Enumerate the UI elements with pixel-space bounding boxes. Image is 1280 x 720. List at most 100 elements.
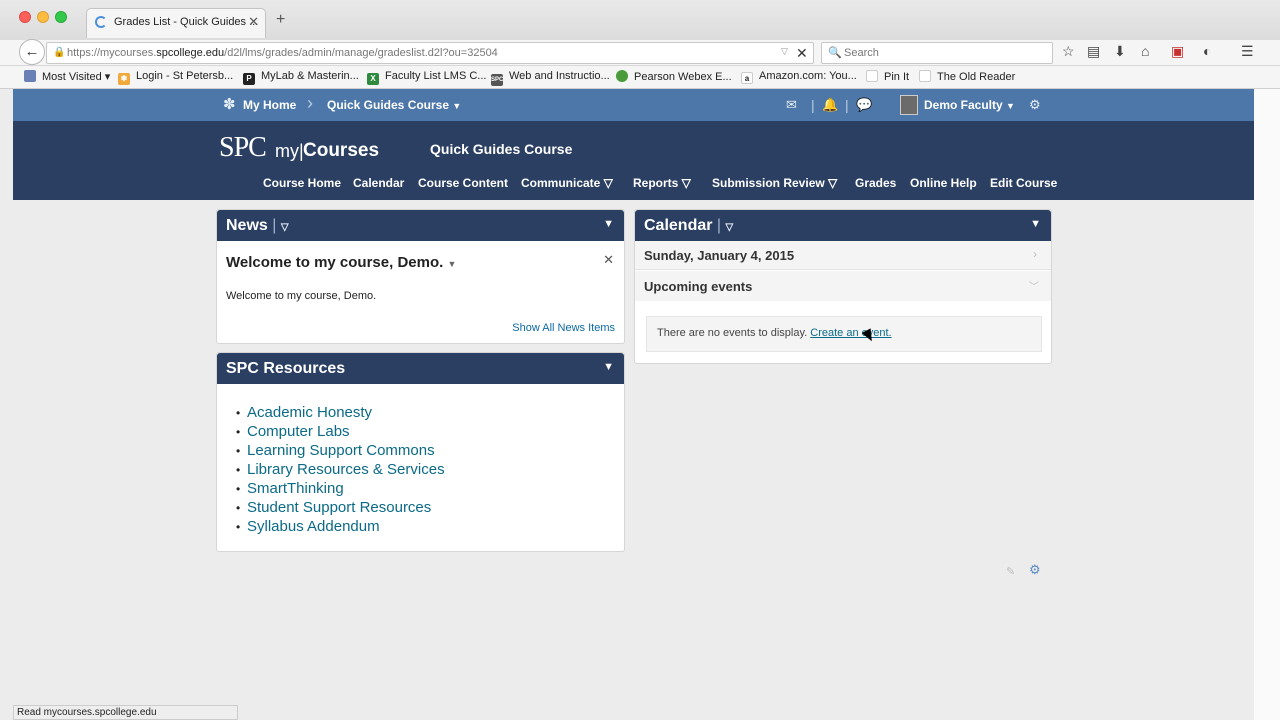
resources-title: SPC Resources [226, 360, 346, 377]
scrollbar[interactable] [1254, 89, 1280, 720]
news-item-body: Welcome to my course, Demo. [226, 290, 377, 302]
amazon-icon: a [741, 72, 753, 84]
divider: | [845, 97, 849, 113]
close-icon[interactable]: ✕ [603, 252, 614, 268]
downloads-icon[interactable]: ⬇ [1114, 43, 1126, 60]
lock-icon: 🔒 [53, 47, 66, 58]
stop-loading-icon[interactable]: ✕ [796, 45, 808, 62]
message-alerts-icon[interactable]: ✉ [786, 97, 797, 113]
my-home-link[interactable]: My Home [243, 98, 296, 112]
list-item[interactable]: Library Resources & Services [236, 460, 445, 480]
news-widget: News | ▽ ▼ Welcome to my course, Demo. ▼… [216, 209, 625, 344]
page-icon [919, 70, 931, 82]
collapse-chevron-icon[interactable]: ▼ [603, 361, 614, 373]
no-events-text: There are no events to display. Create a… [657, 327, 892, 339]
list-item[interactable]: Learning Support Commons [236, 441, 445, 461]
spc-logo[interactable]: SPC [219, 132, 267, 164]
nav-online-help[interactable]: Online Help [910, 176, 977, 190]
bookmark-item[interactable]: Pin It [866, 70, 909, 83]
spc-star-icon: ✱ [118, 73, 130, 85]
back-button[interactable]: ← [19, 39, 45, 65]
bookmark-item[interactable]: X Faculty List LMS C... [367, 70, 486, 85]
list-item[interactable]: Syllabus Addendum [236, 517, 445, 537]
list-item[interactable]: SmartThinking [236, 479, 445, 499]
widget-menu-icon[interactable]: ▽ [281, 222, 289, 233]
course-title: Quick Guides Course [430, 141, 573, 157]
nav-edit-course[interactable]: Edit Course [990, 176, 1057, 190]
bookmark-item[interactable]: Pearson Webex E... [616, 70, 732, 83]
course-selector[interactable]: Quick Guides Course ▼ [327, 98, 461, 112]
nav-grades[interactable]: Grades [855, 176, 896, 190]
edit-pencil-icon[interactable]: ✎ [1006, 565, 1015, 578]
url-bar[interactable]: 🔒 https://mycourses.spcollege.edu/d2l/lm… [46, 42, 814, 64]
user-menu[interactable]: Demo Faculty ▼ [924, 98, 1015, 112]
bookmark-item[interactable]: a Amazon.com: You... [741, 70, 857, 84]
spc-icon: SPC [491, 74, 503, 86]
calendar-date-row[interactable]: Sunday, January 4, 2015 › [635, 241, 1051, 270]
url-dropdown-icon[interactable]: ▽ [781, 46, 788, 57]
collapse-chevron-icon[interactable]: ▼ [603, 218, 614, 230]
browser-navbar: ← 🔒 https://mycourses.spcollege.edu/d2l/… [0, 39, 1280, 66]
sync-icon[interactable]: ◐ [1203, 43, 1211, 59]
upcoming-events-row[interactable]: Upcoming events ﹀ [635, 271, 1051, 301]
update-alerts-icon[interactable]: 💬 [856, 97, 872, 113]
bookmark-item[interactable]: SPC Web and Instructio... [491, 70, 610, 86]
url-text: https://mycourses.spcollege.edu/d2l/lms/… [67, 47, 498, 59]
list-item[interactable]: Student Support Resources [236, 498, 445, 518]
p-icon: P [243, 73, 255, 85]
tab-close-icon[interactable]: ✕ [248, 14, 259, 30]
nav-reports[interactable]: Reports ▽ [633, 176, 691, 190]
flower-home-icon: ✽ [223, 96, 236, 113]
reading-list-icon[interactable]: ▤ [1087, 43, 1100, 60]
bookmark-item[interactable]: Most Visited ▾ [24, 70, 110, 83]
addon-icon[interactable]: ▣ [1171, 43, 1184, 60]
bookmark-item[interactable]: ✱ Login - St Petersb... [118, 70, 233, 85]
divider: | [811, 97, 815, 113]
nav-calendar[interactable]: Calendar [353, 176, 404, 190]
chevron-down-icon[interactable]: ﹀ [1029, 278, 1039, 293]
loading-spinner-icon [95, 16, 107, 28]
zoom-window-button[interactable] [55, 11, 67, 23]
close-window-button[interactable] [19, 11, 31, 23]
home-icon[interactable]: ⌂ [1141, 43, 1149, 59]
bookmark-item[interactable]: The Old Reader [919, 70, 1015, 83]
create-event-link[interactable]: Create an event. [810, 327, 891, 339]
nav-communicate[interactable]: Communicate ▽ [521, 176, 613, 190]
settings-gear-icon[interactable]: ⚙ [1029, 562, 1041, 578]
show-all-news-link[interactable]: Show All News Items [512, 322, 615, 334]
chevron-right-icon[interactable]: › [1033, 247, 1037, 261]
nav-course-home[interactable]: Course Home [263, 176, 341, 190]
search-bar[interactable]: 🔍 Search [821, 42, 1053, 64]
most-visited-icon [24, 70, 36, 82]
resources-list: Academic Honesty Computer Labs Learning … [236, 403, 445, 537]
logo-courses: Courses [303, 140, 380, 161]
no-events-box: There are no events to display. Create a… [646, 316, 1042, 352]
subscription-alerts-icon[interactable]: 🔔 [822, 97, 838, 113]
news-widget-header: News | ▽ ▼ [217, 210, 624, 241]
settings-gear-icon[interactable]: ⚙ [1029, 97, 1041, 113]
new-tab-button[interactable]: + [276, 12, 285, 28]
bookmark-star-icon[interactable]: ☆ [1062, 43, 1075, 60]
minimize-window-button[interactable] [37, 11, 49, 23]
search-placeholder: Search [844, 47, 879, 59]
menu-icon[interactable]: ☰ [1241, 43, 1254, 60]
browser-tab[interactable]: Grades List - Quick Guides ... ✕ [86, 8, 266, 38]
d2l-minibar: ✽ My Home › Quick Guides Course ▼ ✉ | 🔔 … [13, 89, 1254, 121]
avatar[interactable] [900, 95, 918, 115]
resources-widget-header: SPC Resources ▼ [217, 353, 624, 384]
calendar-date: Sunday, January 4, 2015 [644, 248, 795, 263]
news-item-title[interactable]: Welcome to my course, Demo. ▼ [226, 254, 456, 271]
calendar-widget: Calendar | ▽ ▼ Sunday, January 4, 2015 ›… [634, 209, 1052, 364]
nav-course-content[interactable]: Course Content [418, 176, 508, 190]
page-icon [866, 70, 878, 82]
collapse-chevron-icon[interactable]: ▼ [1030, 218, 1041, 230]
list-item[interactable]: Computer Labs [236, 422, 445, 442]
nav-submission-review[interactable]: Submission Review ▽ [712, 176, 837, 190]
upcoming-events-label: Upcoming events [644, 279, 753, 294]
bookmarks-bar: Most Visited ▾ ✱ Login - St Petersb... PM… [0, 66, 1280, 89]
globe-icon [616, 70, 628, 82]
resources-widget: SPC Resources ▼ Academic Honesty Compute… [216, 352, 625, 552]
widget-menu-icon[interactable]: ▽ [726, 222, 734, 233]
list-item[interactable]: Academic Honesty [236, 403, 445, 423]
bookmark-item[interactable]: P MyLab & Masterin... [243, 70, 359, 85]
